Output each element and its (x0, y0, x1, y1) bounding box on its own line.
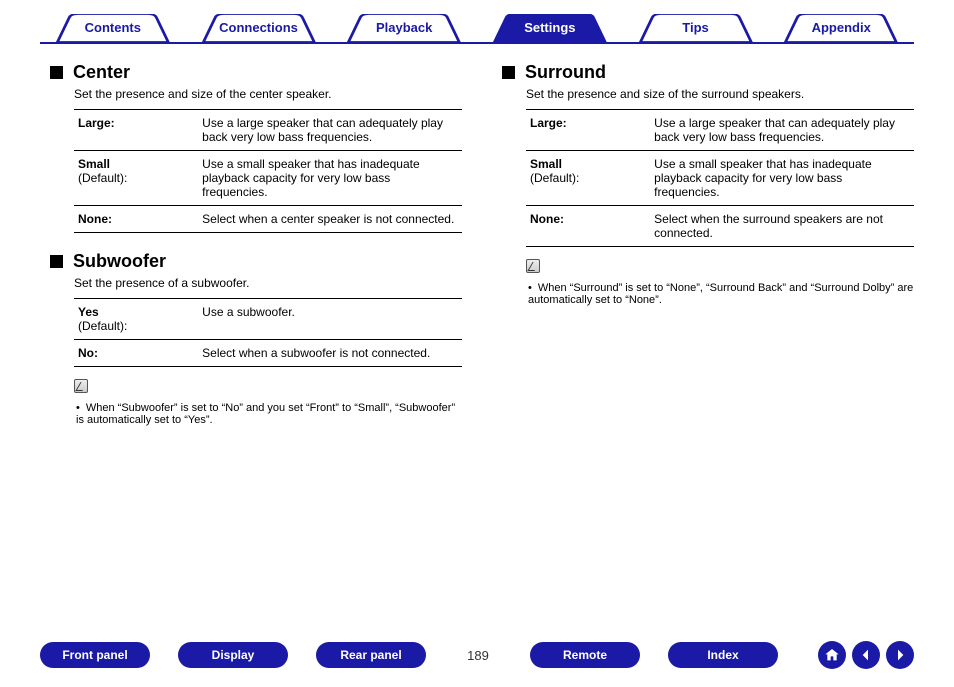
tab-settings[interactable]: Settings (477, 14, 623, 42)
options-table-subwoofer: Yes(Default): Use a subwoofer. No: Selec… (74, 298, 462, 367)
prev-page-icon[interactable] (852, 641, 880, 669)
option-value: Select when the surround speakers are no… (650, 206, 914, 247)
tab-contents[interactable]: Contents (40, 14, 186, 42)
note-text: When “Subwoofer” is set to “No” and you … (76, 402, 462, 426)
note-block: When “Surround” is set to “None”, “Surro… (526, 259, 914, 306)
tab-label: Tips (682, 20, 709, 35)
option-value: Use a large speaker that can adequately … (198, 110, 462, 151)
option-key: Small (530, 157, 562, 171)
option-key: None: (78, 212, 112, 226)
option-value: Use a large speaker that can adequately … (650, 110, 914, 151)
home-icon[interactable] (818, 641, 846, 669)
note-block: When “Subwoofer” is set to “No” and you … (74, 379, 462, 426)
section-subtitle: Set the presence and size of the center … (74, 87, 462, 101)
square-bullet-icon (50, 255, 63, 268)
remote-button[interactable]: Remote (530, 642, 640, 668)
table-row: Yes(Default): Use a subwoofer. (74, 299, 462, 340)
pencil-note-icon (74, 379, 88, 393)
tab-label: Settings (524, 20, 575, 35)
option-key: Large: (78, 116, 115, 130)
next-page-icon[interactable] (886, 641, 914, 669)
options-table-center: Large: Use a large speaker that can adeq… (74, 109, 462, 233)
section-heading-subwoofer: Subwoofer (50, 251, 462, 272)
section-heading-center: Center (50, 62, 462, 83)
pencil-note-icon (526, 259, 540, 273)
bottom-bar: Front panel Display Rear panel 189 Remot… (0, 641, 954, 669)
top-tabs: Contents Connections Playback Settings T… (40, 14, 914, 44)
option-key-sub: (Default): (530, 171, 579, 185)
option-value: Use a small speaker that has inadequate … (650, 151, 914, 206)
option-key-sub: (Default): (78, 319, 127, 333)
heading-text: Subwoofer (73, 251, 166, 272)
table-row: Small(Default): Use a small speaker that… (526, 151, 914, 206)
square-bullet-icon (50, 66, 63, 79)
tab-label: Playback (376, 20, 432, 35)
section-subtitle: Set the presence and size of the surroun… (526, 87, 914, 101)
options-table-surround: Large: Use a large speaker that can adeq… (526, 109, 914, 247)
table-row: Large: Use a large speaker that can adeq… (74, 110, 462, 151)
option-key: Large: (530, 116, 567, 130)
nav-icons (818, 641, 914, 669)
table-row: No: Select when a subwoofer is not conne… (74, 340, 462, 367)
page-number: 189 (454, 648, 502, 663)
tab-tips[interactable]: Tips (623, 14, 769, 42)
table-row: None: Select when the surround speakers … (526, 206, 914, 247)
rear-panel-button[interactable]: Rear panel (316, 642, 426, 668)
content-area: Center Set the presence and size of the … (0, 44, 954, 426)
option-key: Small (78, 157, 110, 171)
heading-text: Center (73, 62, 130, 83)
left-column: Center Set the presence and size of the … (50, 54, 462, 426)
option-value: Use a subwoofer. (198, 299, 462, 340)
option-key: Yes (78, 305, 99, 319)
table-row: Large: Use a large speaker that can adeq… (526, 110, 914, 151)
square-bullet-icon (502, 66, 515, 79)
table-row: Small(Default): Use a small speaker that… (74, 151, 462, 206)
option-value: Use a small speaker that has inadequate … (198, 151, 462, 206)
tab-label: Connections (219, 20, 298, 35)
tab-connections[interactable]: Connections (186, 14, 332, 42)
option-key: None: (530, 212, 564, 226)
tab-playback[interactable]: Playback (331, 14, 477, 42)
note-text: When “Surround” is set to “None”, “Surro… (528, 282, 914, 306)
option-key: No: (78, 346, 98, 360)
option-value: Select when a center speaker is not conn… (198, 206, 462, 233)
option-key-sub: (Default): (78, 171, 127, 185)
tab-label: Appendix (812, 20, 871, 35)
display-button[interactable]: Display (178, 642, 288, 668)
right-column: Surround Set the presence and size of th… (502, 54, 914, 426)
section-heading-surround: Surround (502, 62, 914, 83)
front-panel-button[interactable]: Front panel (40, 642, 150, 668)
heading-text: Surround (525, 62, 606, 83)
table-row: None: Select when a center speaker is no… (74, 206, 462, 233)
index-button[interactable]: Index (668, 642, 778, 668)
tab-label: Contents (85, 20, 141, 35)
tab-appendix[interactable]: Appendix (768, 14, 914, 42)
section-subtitle: Set the presence of a subwoofer. (74, 276, 462, 290)
option-value: Select when a subwoofer is not connected… (198, 340, 462, 367)
